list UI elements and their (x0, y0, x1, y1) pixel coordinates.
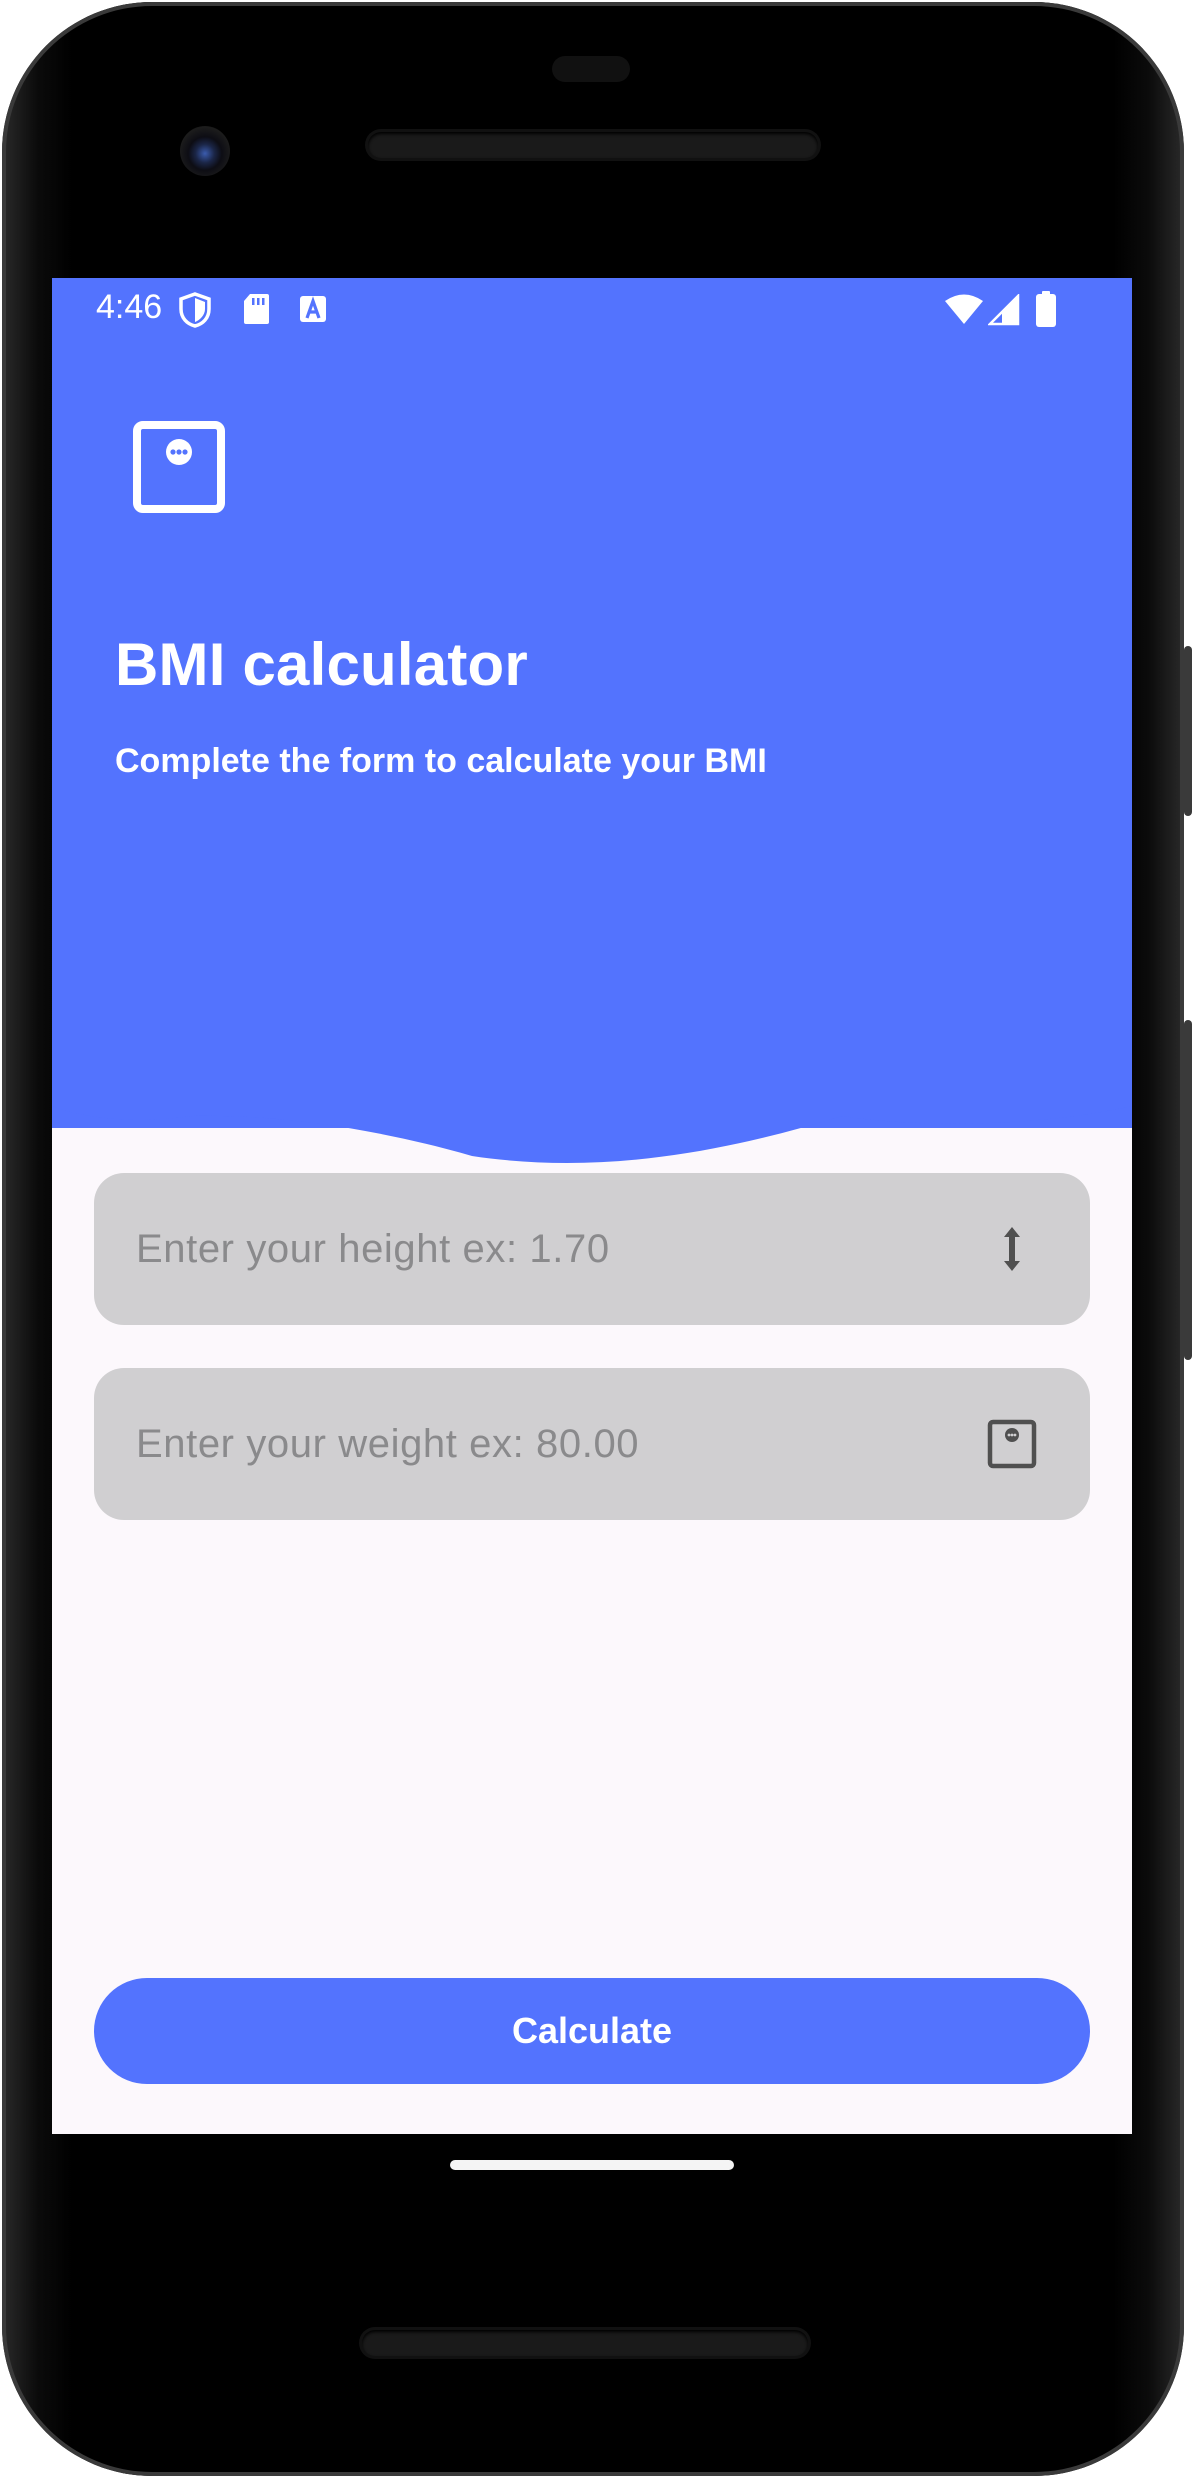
height-arrows-icon (986, 1223, 1038, 1275)
phone-frame: 4:46 BMI calculator Complete the form to… (0, 0, 1194, 2480)
signal-icon (986, 292, 1020, 331)
wifi-icon (944, 294, 984, 331)
front-camera (180, 126, 230, 176)
earpiece-speaker (368, 132, 818, 158)
sd-card-icon (242, 292, 270, 331)
height-input[interactable] (136, 1173, 956, 1325)
text-a-icon (298, 292, 328, 331)
calculate-button[interactable]: Calculate (94, 1978, 1090, 2084)
page-subtitle: Complete the form to calculate your BMI (115, 742, 767, 780)
battery-icon (1035, 290, 1057, 333)
status-bar: 4:46 (52, 278, 1132, 342)
scale-icon (986, 1418, 1038, 1470)
page-title: BMI calculator (115, 631, 528, 698)
power-button (1184, 646, 1192, 816)
scale-icon (133, 421, 225, 513)
shield-icon (178, 292, 212, 333)
home-indicator[interactable] (450, 2160, 734, 2170)
header-banner (52, 278, 1132, 1128)
app-screen: 4:46 BMI calculator Complete the form to… (52, 278, 1132, 2134)
weight-input[interactable] (136, 1368, 956, 1520)
height-field[interactable] (94, 1173, 1090, 1325)
weight-field[interactable] (94, 1368, 1090, 1520)
bottom-speaker (362, 2330, 808, 2356)
status-time: 4:46 (96, 288, 163, 326)
volume-button (1184, 1020, 1192, 1360)
proximity-sensor (552, 56, 630, 82)
